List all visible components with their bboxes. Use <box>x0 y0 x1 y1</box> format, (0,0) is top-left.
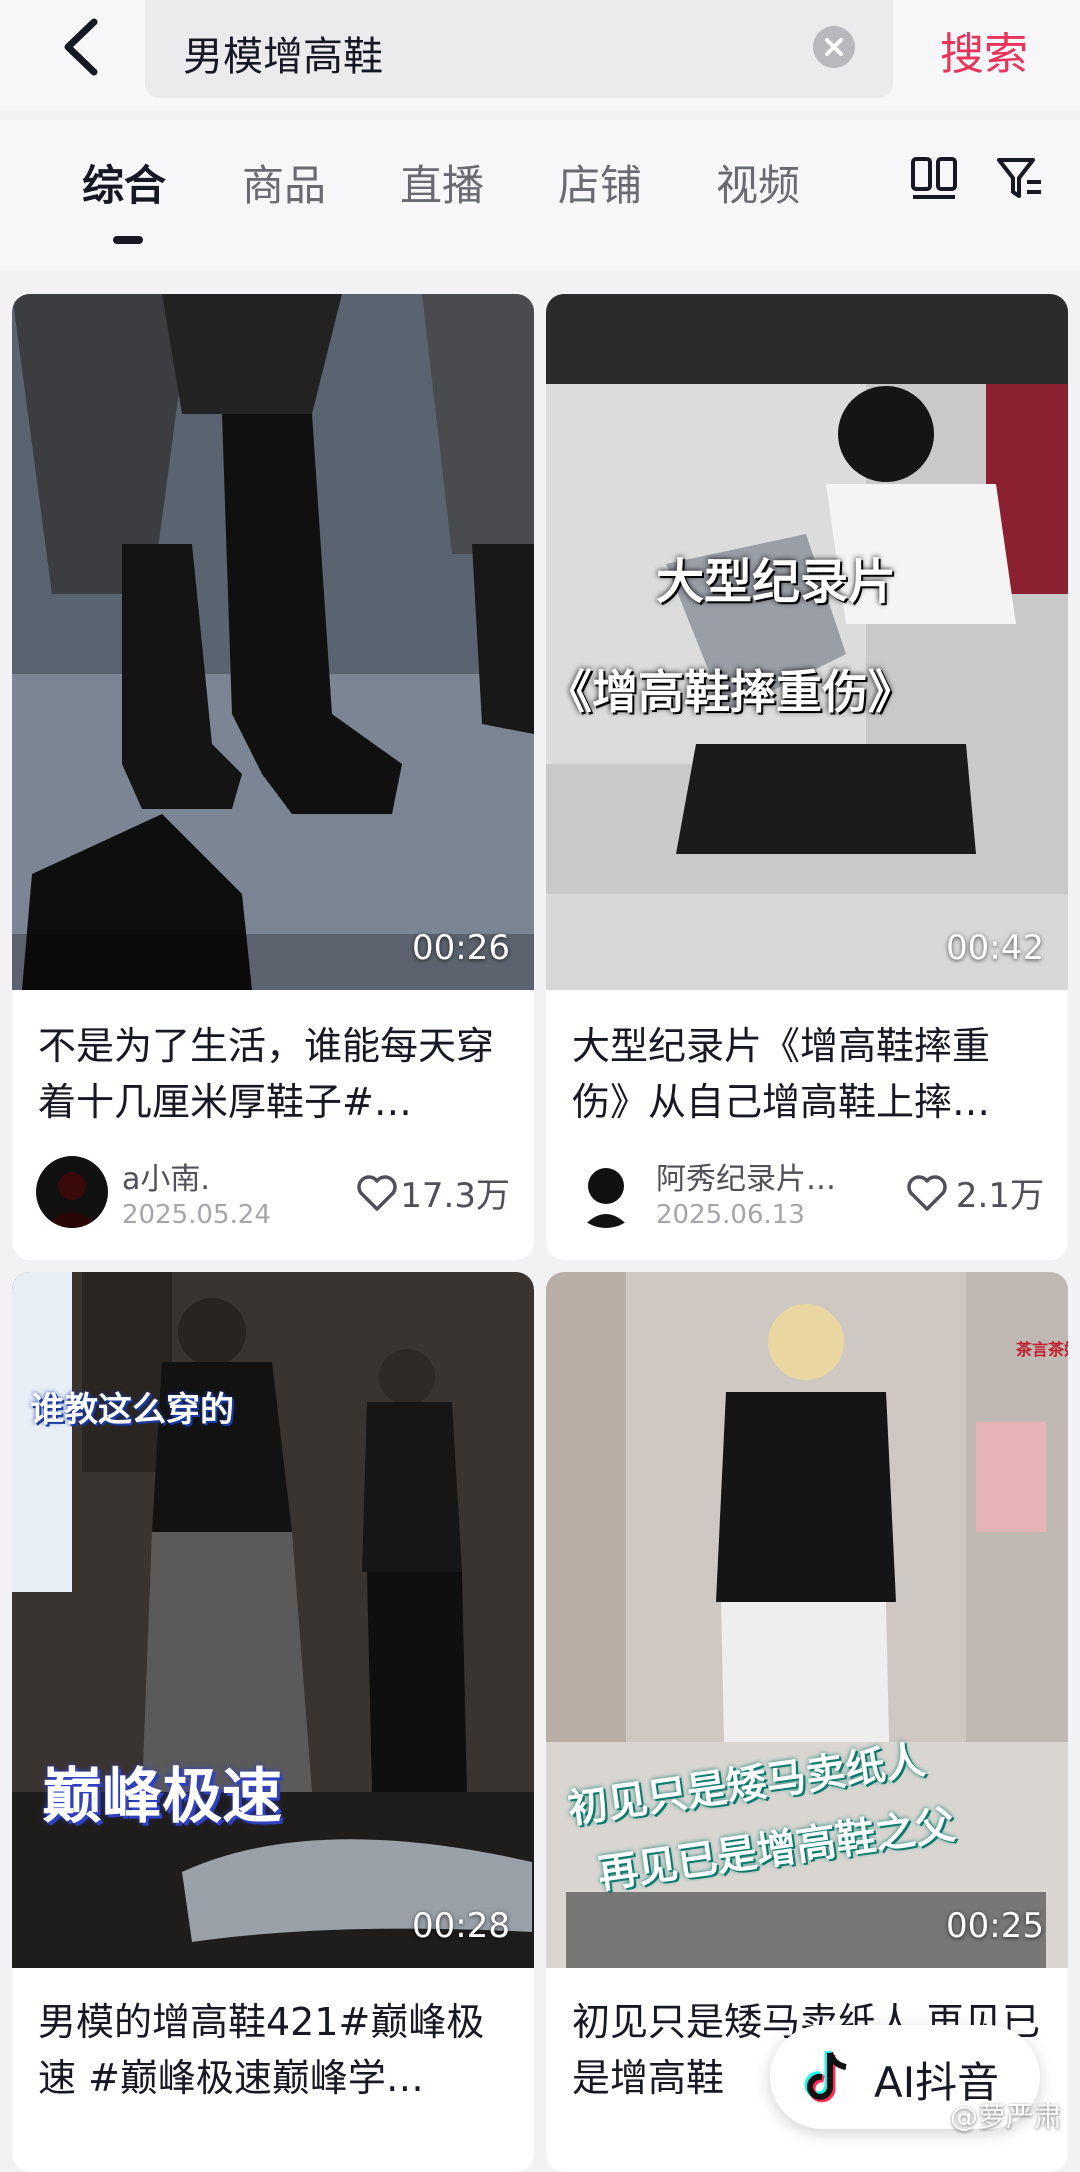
video-title[interactable]: 男模的增高鞋421#巅峰极速 #巅峰极速巅峰学… <box>38 1994 512 2106</box>
tab-shops[interactable]: 店铺 <box>558 152 642 213</box>
avatar[interactable] <box>36 1156 108 1228</box>
video-title[interactable]: 大型纪录片《增高鞋摔重伤》从自己增高鞋上摔… <box>572 1018 1046 1130</box>
video-card[interactable]: 大型纪录片 《增高鞋摔重伤》 00:42 大型纪录片《增高鞋摔重伤》从自己增高鞋… <box>546 294 1068 1260</box>
post-date: 2025.05.24 <box>122 1200 271 1230</box>
avatar[interactable] <box>570 1156 642 1228</box>
tab-products[interactable]: 商品 <box>242 152 326 213</box>
video-card[interactable]: 谁教这么穿的 巅峰极速 00:28 男模的增高鞋421#巅峰极速 #巅峰极速巅峰… <box>12 1272 534 2172</box>
clear-icon[interactable] <box>813 26 855 68</box>
video-thumbnail[interactable] <box>12 294 534 990</box>
douyin-logo-icon <box>804 2051 847 2103</box>
overlay-caption: 大型纪录片 <box>656 554 897 610</box>
video-thumbnail[interactable] <box>546 294 1068 990</box>
video-thumbnail[interactable] <box>12 1272 534 1968</box>
double-column-layout-icon[interactable] <box>910 156 958 200</box>
overlay-caption: 茶言茶娱 <box>1016 1340 1068 1359</box>
overlay-caption: 巅峰极速 <box>42 1762 282 1832</box>
video-title[interactable]: 不是为了生活，谁能每天穿着十几厘米厚鞋子#… <box>38 1018 512 1130</box>
video-duration: 00:25 <box>946 1906 1044 1946</box>
category-tabs: 综合 商品 直播 店铺 视频 <box>0 120 1080 270</box>
video-duration: 00:28 <box>412 1906 510 1946</box>
author-name[interactable]: a小南. <box>122 1154 210 1198</box>
video-duration: 00:42 <box>946 928 1044 968</box>
video-duration: 00:26 <box>412 928 510 968</box>
author-name[interactable]: 阿秀纪录片… <box>656 1154 836 1198</box>
search-button[interactable]: 搜索 <box>940 18 1028 82</box>
filter-icon[interactable] <box>995 154 1043 202</box>
heart-icon[interactable] <box>356 1174 398 1212</box>
like-count: 2.1万 <box>955 1176 1044 1216</box>
post-date: 2025.06.13 <box>656 1200 805 1230</box>
overlay-caption: 《增高鞋摔重伤》 <box>546 665 914 719</box>
top-bar: 男模增高鞋 搜索 <box>0 0 1080 110</box>
search-query: 男模增高鞋 <box>183 34 383 80</box>
tab-videos[interactable]: 视频 <box>716 152 800 213</box>
overlay-caption: 谁教这么穿的 <box>30 1390 234 1430</box>
search-input[interactable]: 男模增高鞋 <box>145 0 893 98</box>
tab-comprehensive[interactable]: 综合 <box>82 152 166 213</box>
tab-live[interactable]: 直播 <box>400 152 484 213</box>
video-card[interactable]: 00:26 不是为了生活，谁能每天穿着十几厘米厚鞋子#… a小南. 2025.0… <box>12 294 534 1260</box>
watermark: @萝严肃 <box>950 2100 1063 2133</box>
active-tab-indicator <box>113 236 143 244</box>
heart-icon[interactable] <box>906 1174 948 1212</box>
like-count: 17.3万 <box>400 1176 510 1216</box>
back-arrow-icon[interactable] <box>50 12 120 82</box>
